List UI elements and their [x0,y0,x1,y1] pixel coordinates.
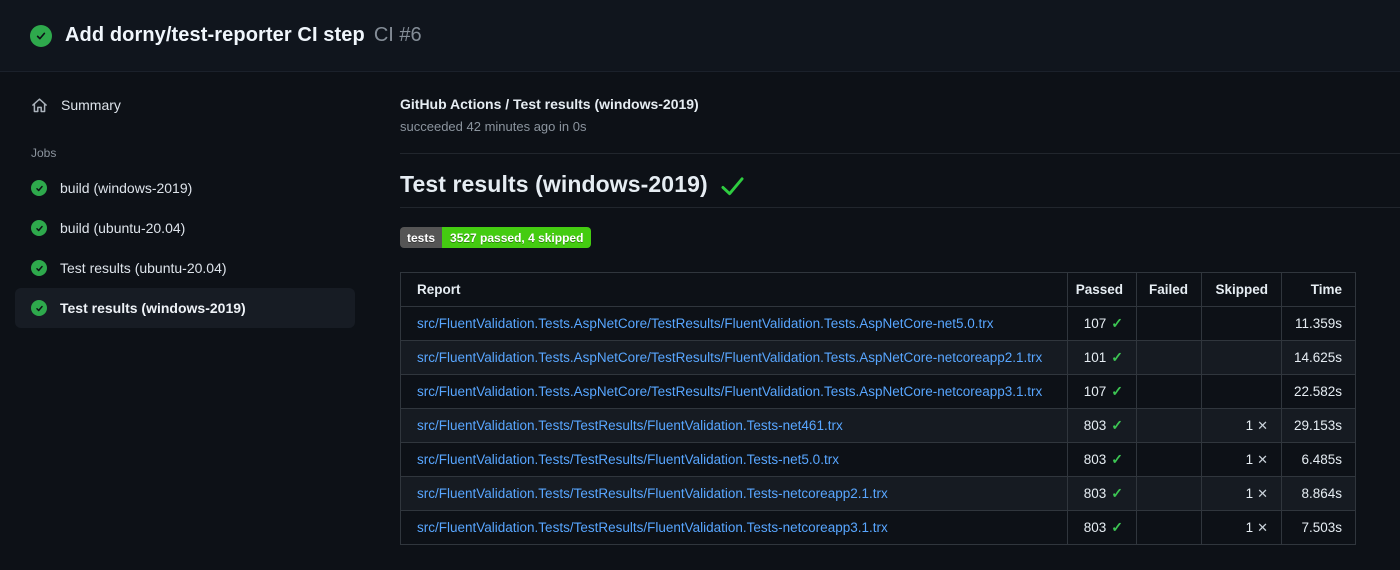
check-icon: ✓ [1111,451,1123,467]
check-run-title: GitHub Actions / Test results (windows-2… [400,96,699,112]
check-icon: ✓ [1111,485,1123,501]
job-success-check-icon [31,260,47,276]
time-value: 11.359s [1281,306,1356,341]
col-header-report: Report [400,272,1068,307]
sidebar-item-job-testresults-windows[interactable]: Test results (windows-2019) [15,288,355,328]
x-icon: ✕ [1257,417,1268,433]
page-title: Test results (windows-2019) [400,171,708,197]
job-success-check-icon [31,180,47,196]
run-status-line: succeeded 42 minutes ago in 0s [400,119,587,134]
failed-count [1136,510,1202,545]
test-results-table: Report Passed Failed Skipped Time src/Fl… [400,272,1356,545]
table-row: src/FluentValidation.Tests/TestResults/F… [400,408,1356,443]
report-link[interactable]: src/FluentValidation.Tests/TestResults/F… [417,520,888,535]
table-row: src/FluentValidation.Tests.AspNetCore/Te… [400,306,1356,341]
passed-count: 107 [1083,384,1107,399]
run-number: CI #6 [373,24,422,46]
col-header-skipped: Skipped [1201,272,1282,307]
time-value: 7.503s [1281,510,1356,545]
run-success-check-icon [30,24,52,47]
table-row: src/FluentValidation.Tests.AspNetCore/Te… [400,340,1356,375]
passed-count: 803 [1083,486,1107,501]
skipped-count: 1 [1245,417,1254,433]
time-value: 14.625s [1281,340,1356,375]
check-icon: ✓ [1111,349,1123,365]
passed-count: 803 [1083,452,1107,467]
failed-count [1136,340,1202,375]
x-icon: ✕ [1257,485,1268,501]
sidebar: Summary Jobs build (windows-2019) build … [0,72,380,328]
failed-count [1136,306,1202,341]
report-link[interactable]: src/FluentValidation.Tests.AspNetCore/Te… [417,384,1042,399]
col-header-failed: Failed [1136,272,1202,307]
main-content: GitHub Actions / Test results (windows-2… [400,72,1400,545]
home-icon [31,97,48,114]
jobs-list: build (windows-2019) build (ubuntu-20.04… [15,168,355,328]
table-row: src/FluentValidation.Tests/TestResults/F… [400,442,1356,477]
failed-count [1136,374,1202,409]
report-link[interactable]: src/FluentValidation.Tests.AspNetCore/Te… [417,350,1042,365]
job-success-check-icon [31,300,47,316]
time-value: 6.485s [1281,442,1356,477]
divider [400,153,1400,154]
sidebar-item-summary[interactable]: Summary [31,95,380,115]
run-title: Add dorny/test-reporter CI step [65,24,365,46]
divider [400,207,1400,208]
col-header-passed: Passed [1067,272,1137,307]
skipped-count: 1 [1245,519,1254,535]
report-link[interactable]: src/FluentValidation.Tests.AspNetCore/Te… [417,316,994,331]
sidebar-item-job-build-ubuntu[interactable]: build (ubuntu-20.04) [15,208,355,248]
report-link[interactable]: src/FluentValidation.Tests/TestResults/F… [417,486,888,501]
failed-count [1136,408,1202,443]
passed-count: 101 [1083,350,1107,365]
check-icon: ✓ [1111,315,1123,331]
badge-label: tests [400,227,443,248]
failed-count [1136,476,1202,511]
table-row: src/FluentValidation.Tests/TestResults/F… [400,510,1356,545]
jobs-section-label: Jobs [31,146,57,160]
time-value: 29.153s [1281,408,1356,443]
job-label: Test results (ubuntu-20.04) [60,260,227,276]
check-icon: ✓ [1111,383,1123,399]
x-icon: ✕ [1257,519,1268,535]
passed-count: 803 [1083,418,1107,433]
x-icon: ✕ [1257,451,1268,467]
failed-count [1136,442,1202,477]
table-header-row: Report Passed Failed Skipped Time [400,272,1356,307]
job-success-check-icon [31,220,47,236]
table-row: src/FluentValidation.Tests/TestResults/F… [400,476,1356,511]
report-link[interactable]: src/FluentValidation.Tests/TestResults/F… [417,452,839,467]
sidebar-summary-label: Summary [61,97,121,113]
job-label: build (ubuntu-20.04) [60,220,186,236]
col-header-time: Time [1281,272,1356,307]
skipped-count: 1 [1245,485,1254,501]
heading-row: Test results (windows-2019) [400,171,1400,198]
sidebar-item-job-testresults-ubuntu[interactable]: Test results (ubuntu-20.04) [15,248,355,288]
time-value: 8.864s [1281,476,1356,511]
check-icon: ✓ [1111,417,1123,433]
skipped-count: 1 [1245,451,1254,467]
table-row: src/FluentValidation.Tests.AspNetCore/Te… [400,374,1356,409]
badge-value: 3527 passed, 4 skipped [442,227,592,248]
sidebar-item-job-build-windows[interactable]: build (windows-2019) [15,168,355,208]
heading-success-check-icon [721,176,744,196]
check-icon: ✓ [1111,519,1123,535]
passed-count: 803 [1083,520,1107,535]
run-header: Add dorny/test-reporter CI step CI #6 [0,0,1400,72]
passed-count: 107 [1083,316,1107,331]
time-value: 22.582s [1281,374,1356,409]
tests-status-badge: tests 3527 passed, 4 skipped [400,227,592,248]
job-label: build (windows-2019) [60,180,193,196]
job-label: Test results (windows-2019) [60,300,246,316]
report-link[interactable]: src/FluentValidation.Tests/TestResults/F… [417,418,843,433]
